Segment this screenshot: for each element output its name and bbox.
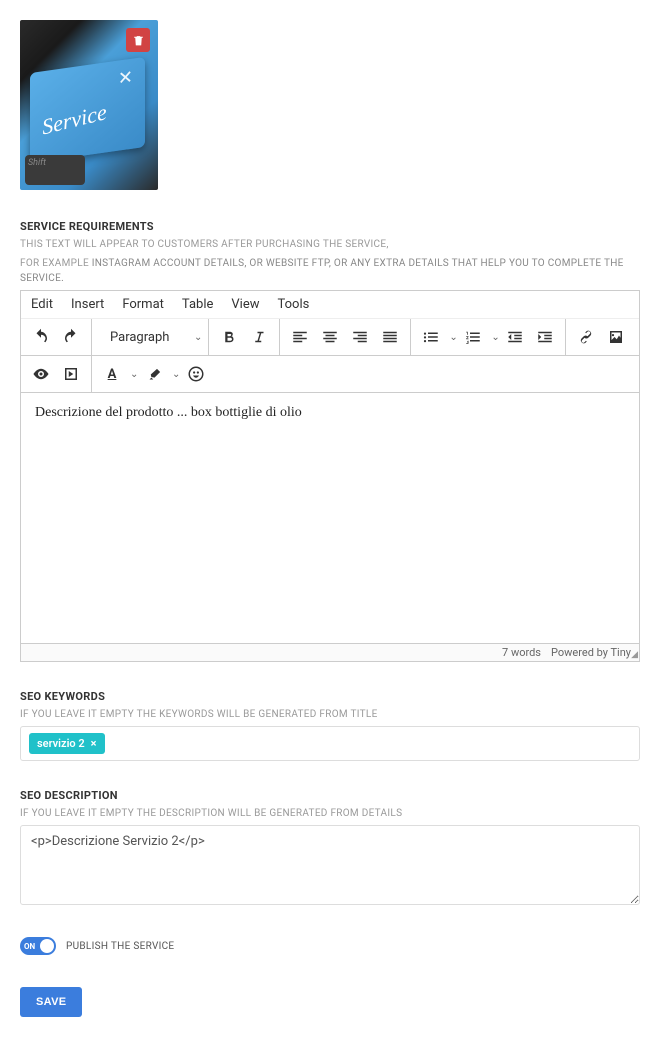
chevron-down-icon[interactable]: ⌄ [130, 369, 138, 380]
image-shift-key: Shift [25, 155, 85, 185]
seo-description-section: SEO DESCRIPTION IF YOU LEAVE IT EMPTY TH… [20, 789, 640, 909]
outdent-icon [506, 328, 524, 346]
bold-icon [220, 328, 238, 346]
chevron-down-icon[interactable]: ⌄ [449, 332, 457, 343]
menu-view[interactable]: View [231, 297, 259, 312]
emoji-button[interactable] [182, 360, 210, 388]
numbered-list-button[interactable] [459, 323, 487, 351]
preview-button[interactable] [27, 360, 55, 388]
menu-insert[interactable]: Insert [71, 297, 104, 312]
seo-keywords-help: IF YOU LEAVE IT EMPTY THE KEYWORDS WILL … [20, 707, 640, 722]
chevron-down-icon[interactable]: ⌄ [491, 332, 499, 343]
undo-icon [32, 328, 50, 346]
seo-keywords-input[interactable]: servizio 2 × [20, 726, 640, 761]
requirements-help-1: THIS TEXT WILL APPEAR TO CUSTOMERS AFTER… [20, 237, 640, 252]
menu-tools[interactable]: Tools [278, 297, 310, 312]
text-color-button[interactable]: A [98, 360, 126, 388]
tag-label: servizio 2 [37, 737, 85, 750]
align-right-icon [351, 328, 369, 346]
align-center-button[interactable] [316, 323, 344, 351]
bullet-list-icon [422, 328, 440, 346]
align-left-icon [291, 328, 309, 346]
editor-toolbar-row-2: A ⌄ ⌄ [21, 356, 639, 393]
redo-button[interactable] [57, 323, 85, 351]
service-requirements-label: SERVICE REQUIREMENTS [20, 220, 640, 233]
service-requirements-section: SERVICE REQUIREMENTS THIS TEXT WILL APPE… [20, 220, 640, 662]
chevron-down-icon: ⌄ [194, 332, 202, 343]
align-center-icon [321, 328, 339, 346]
italic-button[interactable] [245, 323, 273, 351]
bg-color-button[interactable] [140, 360, 168, 388]
align-justify-button[interactable] [376, 323, 404, 351]
keyword-tag: servizio 2 × [29, 733, 105, 754]
toggle-on-label: ON [20, 942, 35, 951]
requirements-help-2: FOR EXAMPLE INSTAGRAM ACCOUNT DETAILS, O… [20, 256, 640, 286]
link-icon [577, 328, 595, 346]
text-color-icon: A [108, 367, 117, 382]
highlight-icon [147, 367, 162, 382]
seo-description-textarea[interactable] [20, 825, 640, 905]
seo-description-label: SEO DESCRIPTION [20, 789, 640, 802]
editor-footer: 7 words Powered by Tiny ◢ [21, 643, 639, 661]
image-service-text: Service [41, 99, 108, 140]
publish-row: ON PUBLISH THE SERVICE [20, 937, 640, 955]
format-select[interactable]: Paragraph [102, 326, 192, 349]
numbered-list-icon [464, 328, 482, 346]
media-button[interactable] [57, 360, 85, 388]
menu-format[interactable]: Format [122, 297, 164, 312]
align-left-button[interactable] [286, 323, 314, 351]
trash-icon [132, 34, 145, 47]
eye-icon [32, 365, 50, 383]
resize-handle-icon[interactable]: ◢ [631, 650, 638, 660]
bullet-list-button[interactable] [417, 323, 445, 351]
editor-toolbar-row-1: Paragraph ⌄ ⌄ ⌄ [21, 319, 639, 356]
word-count: 7 words [502, 646, 541, 659]
tag-remove-icon[interactable]: × [91, 737, 97, 750]
wrench-screwdriver-icon: ✕ [118, 67, 133, 90]
save-button[interactable]: SAVE [20, 987, 82, 1017]
indent-icon [536, 328, 554, 346]
seo-keywords-label: SEO KEYWORDS [20, 690, 640, 703]
delete-image-button[interactable] [126, 28, 150, 52]
powered-by: Powered by Tiny [551, 646, 631, 659]
publish-toggle[interactable]: ON [20, 937, 56, 955]
editor-menubar: Edit Insert Format Table View Tools [21, 291, 639, 319]
play-box-icon [62, 365, 80, 383]
redo-icon [62, 328, 80, 346]
toggle-knob [40, 939, 54, 953]
publish-text: PUBLISH THE SERVICE [66, 941, 174, 952]
menu-edit[interactable]: Edit [31, 297, 53, 312]
italic-icon [250, 328, 268, 346]
link-button[interactable] [572, 323, 600, 351]
undo-button[interactable] [27, 323, 55, 351]
seo-description-help: IF YOU LEAVE IT EMPTY THE DESCRIPTION WI… [20, 806, 640, 821]
seo-keywords-section: SEO KEYWORDS IF YOU LEAVE IT EMPTY THE K… [20, 690, 640, 761]
align-justify-icon [381, 328, 399, 346]
outdent-button[interactable] [501, 323, 529, 351]
align-right-button[interactable] [346, 323, 374, 351]
editor-content[interactable]: Descrizione del prodotto ... box bottigl… [21, 393, 639, 643]
chevron-down-icon[interactable]: ⌄ [172, 369, 180, 380]
smiley-icon [187, 365, 205, 383]
menu-table[interactable]: Table [182, 297, 213, 312]
bold-button[interactable] [215, 323, 243, 351]
service-image-preview: ✕ Service Shift [20, 20, 158, 190]
indent-button[interactable] [531, 323, 559, 351]
image-button[interactable] [602, 323, 630, 351]
rich-text-editor: Edit Insert Format Table View Tools Para… [20, 290, 640, 662]
image-icon [607, 328, 625, 346]
